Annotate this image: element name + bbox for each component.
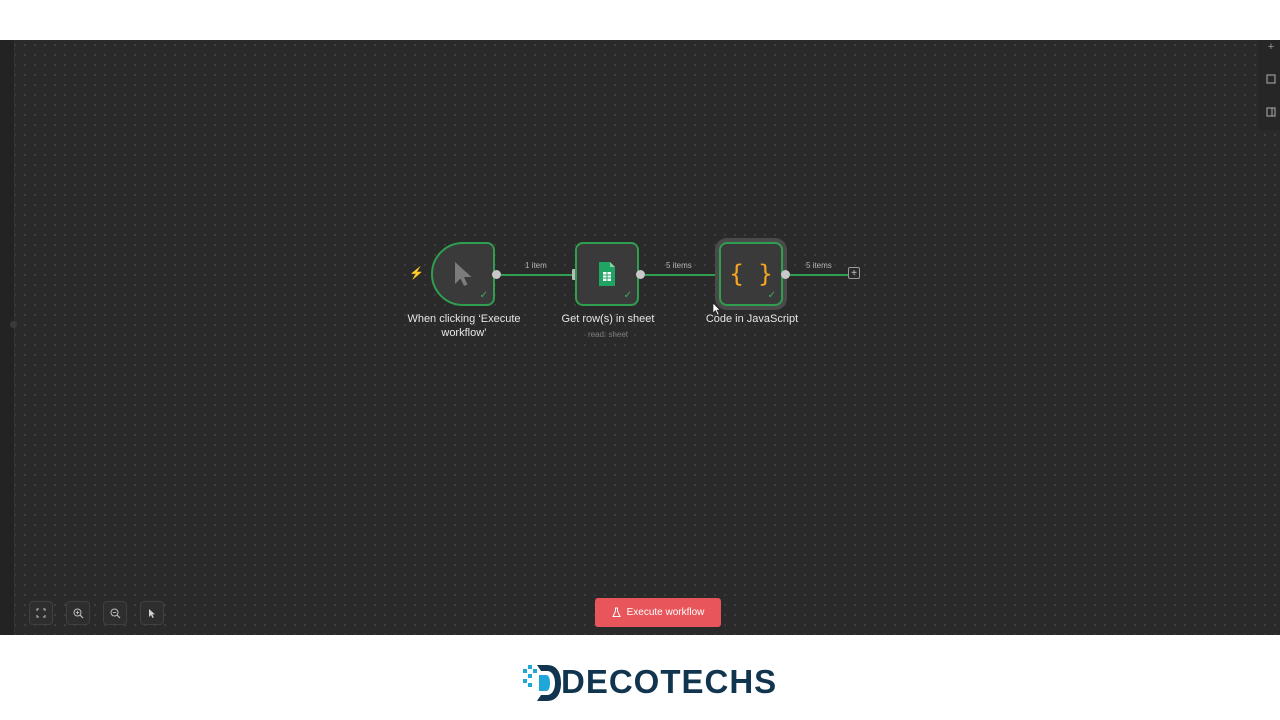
add-next-node-button[interactable]: + — [848, 267, 860, 279]
output-handle[interactable] — [492, 270, 501, 279]
tidy-up-button[interactable] — [140, 601, 164, 625]
execute-workflow-label: Execute workflow — [626, 607, 705, 618]
node-label: Get row(s) in sheet — [561, 313, 655, 325]
zoom-out-button[interactable] — [103, 601, 127, 625]
top-white-bar — [0, 0, 1280, 40]
panel-toggle-icon[interactable] — [1264, 107, 1278, 121]
mouse-cursor-icon — [712, 302, 721, 321]
node-label: Code in JavaScript — [705, 313, 799, 325]
connection-edge[interactable] — [501, 274, 573, 276]
code-braces-glyph: { } — [729, 260, 773, 288]
success-check-icon: ✓ — [767, 290, 776, 301]
fit-view-icon — [36, 608, 46, 618]
edge-item-count: 1 item — [525, 261, 547, 270]
success-check-icon: ✓ — [479, 290, 488, 301]
node-google-sheets[interactable]: ✓ — [575, 242, 639, 306]
logo-mark-icon — [523, 665, 561, 701]
node-manual-trigger[interactable]: ✓ — [431, 242, 495, 306]
output-handle[interactable] — [636, 270, 645, 279]
zoom-out-icon — [110, 608, 120, 618]
right-toolbar: + — [1258, 40, 1280, 130]
edge-item-count: 5 items — [666, 261, 692, 270]
add-node-icon[interactable]: + — [1264, 40, 1278, 54]
edge-item-count: 5 items — [806, 261, 832, 270]
connection-edge[interactable] — [790, 274, 848, 276]
trigger-bolt-icon: ⚡ — [409, 266, 424, 280]
output-handle[interactable] — [781, 270, 790, 279]
zoom-in-button[interactable] — [66, 601, 90, 625]
node-subtitle: read: sheet — [587, 330, 629, 339]
collapse-handle[interactable] — [10, 321, 17, 328]
connection-edge[interactable] — [645, 274, 717, 276]
node-label: When clicking ‘Execute workflow’ — [407, 313, 521, 339]
node-code-javascript[interactable]: { } ✓ — [719, 242, 783, 306]
execute-workflow-button[interactable]: Execute workflow — [595, 598, 721, 627]
cursor-select-icon — [148, 608, 155, 618]
workflow-canvas[interactable]: + ⚡ ✓ When clicking ‘Execute workflow’ 1… — [0, 40, 1280, 635]
decotechs-logo: DECOTECHS — [521, 661, 776, 705]
sticky-note-icon[interactable] — [1264, 74, 1278, 88]
success-check-icon: ✓ — [623, 290, 632, 301]
zoom-in-icon — [73, 608, 83, 618]
brand-name: DECOTECHS — [561, 663, 778, 700]
flask-icon — [611, 607, 621, 617]
fit-view-button[interactable] — [29, 601, 53, 625]
left-sidebar-strip — [0, 40, 15, 635]
